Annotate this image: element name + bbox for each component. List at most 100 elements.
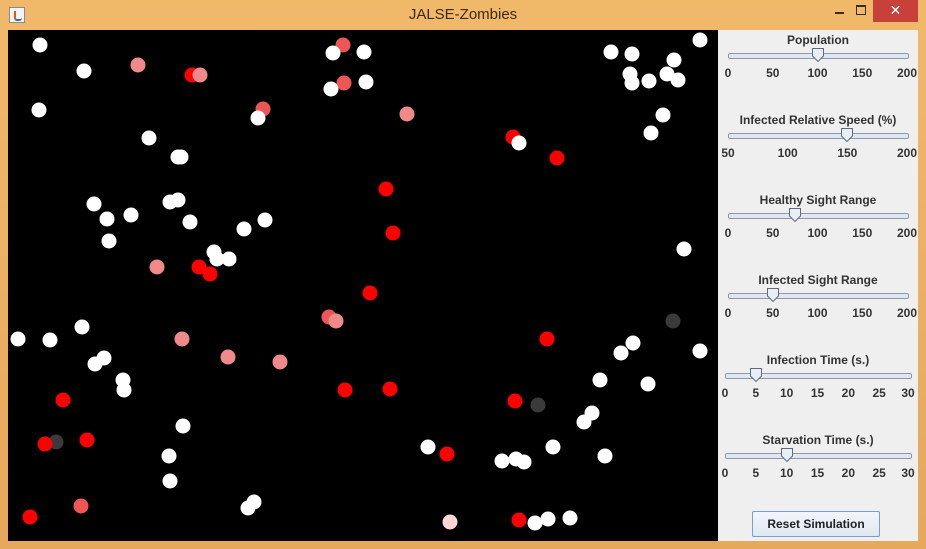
slider-tick-label: 20 (841, 466, 856, 480)
slider-tick-label: 50 (766, 306, 780, 320)
infected-agent-dot (337, 382, 353, 398)
slider-tick-label: 200 (896, 146, 918, 160)
healthy-agent-dot (670, 72, 686, 88)
healthy-agent-dot (240, 500, 256, 516)
infected-agent-dot (539, 331, 555, 347)
healthy-agent-dot (42, 332, 58, 348)
healthy-agent-dot (624, 46, 640, 62)
healthy-agent-dot (643, 125, 659, 141)
healthy-agent-dot (76, 63, 92, 79)
title-bar[interactable]: JALSE-Zombies ✕ (0, 0, 926, 30)
minimize-icon (834, 12, 844, 14)
healthy-agent-dot (624, 75, 640, 91)
slider-tick-label: 0 (724, 226, 732, 240)
slider-thumb[interactable] (841, 128, 854, 142)
slider-thumb[interactable] (789, 208, 802, 222)
healthy-agent-dot (32, 37, 48, 53)
infected-agent-dot (385, 225, 401, 241)
healthy-agent-dot (250, 110, 266, 126)
window-title: JALSE-Zombies (408, 6, 518, 23)
infected-agent-dot (37, 436, 53, 452)
slider-tick-label: 50 (766, 226, 780, 240)
slider-track[interactable] (725, 453, 912, 459)
slider-tick-label: 0 (721, 386, 729, 400)
slider-tick-label: 5 (752, 466, 760, 480)
slider-thumb[interactable] (749, 368, 762, 382)
slider-tick-label: 30 (901, 386, 915, 400)
control-panel: Reset Simulation Population 0 50 100 150 200 I… (718, 30, 918, 541)
healthy-agent-dot (161, 448, 177, 464)
slider-thumb[interactable] (780, 448, 793, 462)
slider-group-5: Starvation Time (s.) 0 5 10 15 20 25 30 (718, 433, 918, 493)
slider-tick-label: 30 (901, 466, 915, 480)
slider-group-0: Population 0 50 100 150 200 (718, 33, 918, 93)
slider-track[interactable] (728, 213, 909, 219)
infected-agent-dot (73, 498, 89, 514)
healthy-agent-dot (692, 32, 708, 48)
slider-group-4: Infection Time (s.) 0 5 10 15 20 25 30 (718, 353, 918, 413)
maximize-button[interactable] (848, 0, 874, 22)
slider-tick-label: 100 (807, 66, 828, 80)
infected-agent-dot (382, 381, 398, 397)
healthy-agent-dot (101, 233, 117, 249)
healthy-agent-dot (625, 335, 641, 351)
healthy-agent-dot (236, 221, 252, 237)
healthy-agent-dot (597, 448, 613, 464)
slider-group-1: Infected Relative Speed (%) 50 100 150 200 (718, 113, 918, 173)
slider-tick-label: 100 (807, 306, 828, 320)
healthy-agent-dot (511, 135, 527, 151)
healthy-agent-dot (494, 453, 510, 469)
infected-agent-dot (439, 446, 455, 462)
healthy-agent-dot (175, 418, 191, 434)
healthy-agent-dot (592, 372, 608, 388)
healthy-agent-dot (87, 356, 103, 372)
infected-agent-dot (549, 150, 565, 166)
slider-tick-label: 15 (810, 386, 825, 400)
slider-tick-label: 20 (841, 386, 856, 400)
slider-tick-label: 0 (721, 466, 729, 480)
healthy-agent-dot (162, 473, 178, 489)
slider-tick-label: 200 (896, 226, 918, 240)
healthy-agent-dot (603, 44, 619, 60)
starved-agent-dot (530, 397, 546, 413)
healthy-agent-dot (420, 439, 436, 455)
slider-tick-label: 0 (724, 66, 732, 80)
healthy-agent-dot (676, 241, 692, 257)
infected-agent-dot (336, 75, 352, 91)
slider-group-3: Infected Sight Range 0 50 100 150 200 (718, 273, 918, 333)
healthy-agent-dot (182, 214, 198, 230)
close-button[interactable]: ✕ (873, 0, 918, 22)
slider-tick-label: 150 (852, 66, 873, 80)
reset-simulation-button[interactable]: Reset Simulation (752, 511, 880, 537)
slider-thumb[interactable] (811, 48, 824, 62)
slider-tick-label: 0 (724, 306, 732, 320)
slider-label: Infected Relative Speed (%) (739, 113, 897, 127)
infected-agent-dot (22, 509, 38, 525)
healthy-agent-dot (323, 81, 339, 97)
healthy-agent-dot (325, 45, 341, 61)
infected-agent-dot (202, 266, 218, 282)
simulation-canvas (8, 30, 718, 541)
slider-tick-label: 200 (896, 66, 918, 80)
slider-tick-label: 10 (779, 386, 794, 400)
healthy-agent-dot (655, 107, 671, 123)
healthy-agent-dot (527, 515, 543, 531)
healthy-agent-dot (141, 130, 157, 146)
incubating-agent-dot (442, 514, 458, 530)
infected-agent-dot (511, 512, 527, 528)
app-window: JALSE-Zombies ✕ Reset Simulation Populat… (0, 0, 926, 549)
slider-track[interactable] (728, 133, 909, 139)
healthy-agent-dot (86, 196, 102, 212)
slider-group-2: Healthy Sight Range 0 50 100 150 200 (718, 193, 918, 253)
healthy-agent-dot (74, 319, 90, 335)
slider-tick-label: 150 (837, 146, 858, 160)
healthy-agent-dot (356, 44, 372, 60)
healthy-agent-dot (540, 511, 556, 527)
slider-track[interactable] (728, 293, 909, 299)
slider-thumb[interactable] (766, 288, 779, 302)
healthy-agent-dot (221, 251, 237, 267)
slider-tick-label: 100 (807, 226, 828, 240)
incubating-agent-dot (130, 57, 146, 73)
slider-label: Starvation Time (s.) (762, 433, 874, 447)
healthy-agent-dot (666, 52, 682, 68)
